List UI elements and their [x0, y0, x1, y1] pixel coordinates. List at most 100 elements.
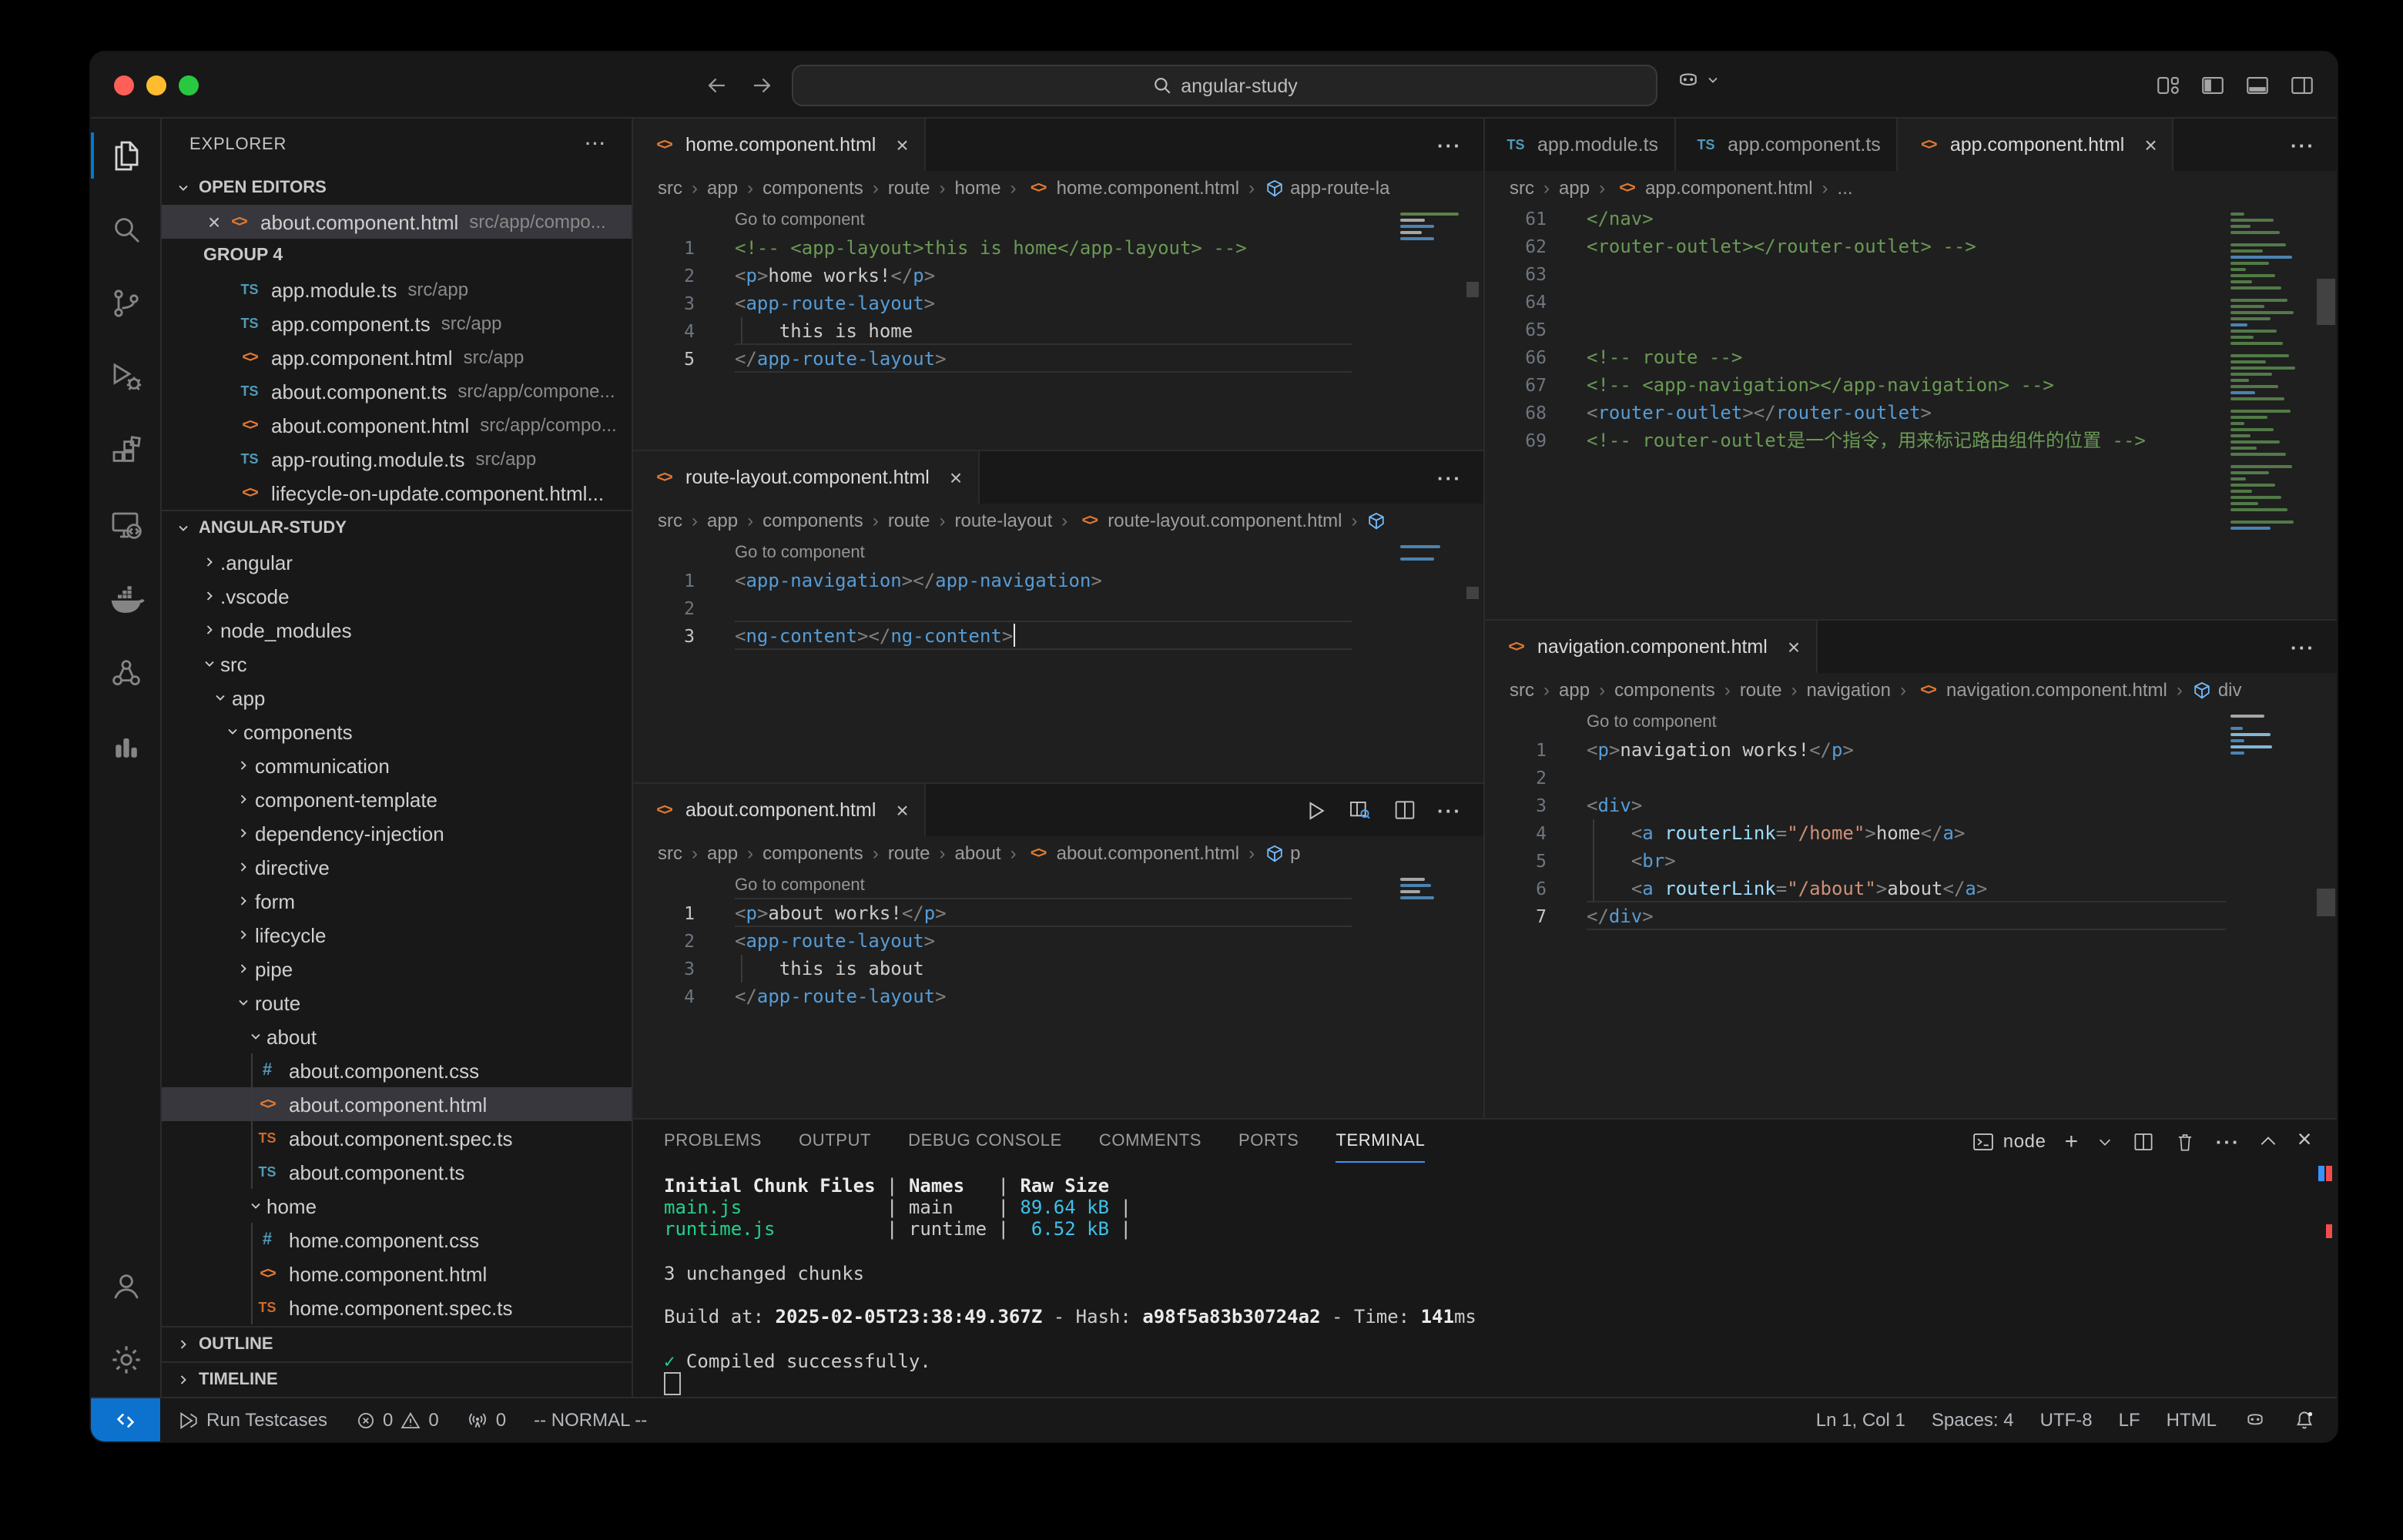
activity-docker-icon[interactable]: [91, 562, 160, 636]
tree-folder-lifecycle[interactable]: lifecycle: [162, 918, 632, 952]
open-editors-header[interactable]: OPEN EDITORS: [162, 171, 632, 205]
breadcrumb-item[interactable]: src: [658, 177, 682, 199]
activity-run-debug-icon[interactable]: [91, 340, 160, 414]
tree-folder-node_modules[interactable]: node_modules: [162, 613, 632, 647]
panel-tab-OUTPUT[interactable]: OUTPUT: [799, 1120, 871, 1163]
maximize-window-button[interactable]: [179, 75, 199, 95]
codelens-go-to-component[interactable]: Go to component: [735, 537, 1483, 567]
codelens-go-to-component[interactable]: Go to component: [735, 870, 1483, 899]
tree-folder-about[interactable]: about: [162, 1019, 632, 1053]
breadcrumb-item[interactable]: <> app.component.html: [1614, 177, 1812, 199]
project-root-header[interactable]: ANGULAR-STUDY: [162, 510, 632, 545]
tab-route-layout.component.html[interactable]: <> route-layout.component.html ×: [633, 451, 980, 504]
more-button[interactable]: ···: [1437, 133, 1462, 156]
codelens-go-to-component[interactable]: Go to component: [1587, 707, 2337, 736]
status-item[interactable]: HTML: [2167, 1409, 2217, 1431]
breadcrumb-item[interactable]: components: [762, 510, 863, 531]
tree-folder-component-template[interactable]: component-template: [162, 782, 632, 816]
open-editor-item[interactable]: TS app.module.ts src/app: [162, 273, 632, 306]
copilot-icon[interactable]: [1674, 66, 1702, 94]
breadcrumb-item[interactable]: src: [1510, 679, 1534, 701]
breadcrumb-item[interactable]: src: [658, 842, 682, 864]
scrollbar-slider[interactable]: [1466, 282, 1479, 297]
tree-file-home.component.html[interactable]: <> home.component.html: [162, 1257, 632, 1291]
toggle-panel-icon[interactable]: [2244, 72, 2271, 98]
tab-about.component.html[interactable]: <> about.component.html ×: [633, 784, 926, 836]
status-item[interactable]: UTF-8: [2040, 1409, 2093, 1431]
tree-file-about.component.spec.ts[interactable]: TS about.component.spec.ts: [162, 1121, 632, 1155]
status-item[interactable]: Ln 1, Col 1: [1816, 1409, 1905, 1431]
close-tab-icon[interactable]: ×: [896, 799, 908, 821]
scrollbar-slider[interactable]: [1466, 587, 1479, 599]
tree-folder-components[interactable]: components: [162, 715, 632, 748]
breadcrumb-item[interactable]: route: [888, 177, 930, 199]
breadcrumb-item[interactable]: app: [1559, 679, 1590, 701]
minimap[interactable]: [1400, 209, 1462, 240]
open-editor-item[interactable]: <> app.component.html src/app: [162, 340, 632, 374]
activity-remote-explorer-icon[interactable]: [91, 488, 160, 562]
more-icon[interactable]: ···: [2216, 1130, 2240, 1153]
activity-account-icon[interactable]: [91, 1249, 160, 1323]
breadcrumb-item[interactable]: route-layout: [955, 510, 1053, 531]
remote-indicator[interactable]: [91, 1398, 160, 1441]
tab-navigation.component.html[interactable]: <> navigation.component.html ×: [1485, 621, 1818, 673]
customize-layout-icon[interactable]: [2155, 72, 2181, 98]
breadcrumb-item[interactable]: components: [762, 177, 863, 199]
code-editor[interactable]: Go to component 1 <!-- <app-layout>this is…: [633, 205, 1483, 450]
breadcrumb-item[interactable]: home: [955, 177, 1001, 199]
close-tab-icon[interactable]: ×: [896, 134, 908, 156]
tree-folder-directive[interactable]: directive: [162, 850, 632, 884]
tab-app.component.ts[interactable]: TS app.component.ts: [1675, 119, 1898, 171]
tree-folder-route[interactable]: route: [162, 986, 632, 1019]
breadcrumb-item[interactable]: about: [955, 842, 1001, 864]
open-editor-item[interactable]: <> about.component.html src/app/compo...: [162, 408, 632, 442]
minimize-window-button[interactable]: [146, 75, 166, 95]
breadcrumb-item[interactable]: app: [1559, 177, 1590, 199]
close-tab-icon[interactable]: ×: [2144, 134, 2157, 156]
maximize-panel-icon[interactable]: [2259, 1131, 2279, 1151]
terminal-shell-picker[interactable]: node: [1972, 1130, 2046, 1153]
minimap[interactable]: [1400, 875, 1462, 899]
panel-tab-DEBUG CONSOLE[interactable]: DEBUG CONSOLE: [908, 1120, 1062, 1163]
breadcrumb-item[interactable]: <> route-layout.component.html: [1077, 510, 1342, 531]
close-tab-icon[interactable]: ×: [950, 467, 962, 488]
tree-file-about.component.css[interactable]: # about.component.css: [162, 1053, 632, 1087]
open-editor-item[interactable]: TS app-routing.module.ts src/app: [162, 442, 632, 476]
tree-file-about.component.ts[interactable]: TS about.component.ts: [162, 1155, 632, 1189]
breadcrumb-item[interactable]: route: [888, 842, 930, 864]
breadcrumb-item[interactable]: src: [658, 510, 682, 531]
code-editor[interactable]: Go to component 1 <app-navigation></app-na…: [633, 537, 1483, 782]
tree-file-about.component.html[interactable]: <> about.component.html: [162, 1087, 632, 1121]
breadcrumb-item[interactable]: [1366, 511, 1393, 531]
status-run-all[interactable]: Run Testcases: [179, 1409, 327, 1431]
breadcrumb-item[interactable]: div: [2192, 679, 2242, 701]
tab-app.module.ts[interactable]: TS app.module.ts: [1485, 119, 1676, 171]
go-back-icon[interactable]: [704, 72, 730, 98]
breadcrumb-item[interactable]: <> home.component.html: [1026, 177, 1239, 199]
more-button[interactable]: ···: [2291, 133, 2315, 156]
activity-organization-icon[interactable]: [91, 636, 160, 710]
tree-folder-.vscode[interactable]: .vscode: [162, 579, 632, 613]
terminal-output[interactable]: Initial Chunk Files | Names | Raw Size ma…: [633, 1163, 2337, 1397]
breadcrumb-item[interactable]: components: [762, 842, 863, 864]
status-broadcast[interactable]: 0: [467, 1409, 506, 1431]
breadcrumb-item[interactable]: app: [707, 510, 738, 531]
breadcrumb-item[interactable]: p: [1264, 842, 1300, 864]
toggle-primary-sidebar-icon[interactable]: [2200, 72, 2226, 98]
run-button[interactable]: [1305, 798, 1328, 822]
more-button[interactable]: ···: [2291, 635, 2315, 658]
breadcrumb-item[interactable]: <> about.component.html: [1026, 842, 1239, 864]
breadcrumb-item[interactable]: app: [707, 842, 738, 864]
minimap[interactable]: [1400, 542, 1462, 561]
tree-folder-app[interactable]: app: [162, 681, 632, 715]
status-item[interactable]: LF: [2119, 1409, 2140, 1431]
status-vim-mode[interactable]: -- NORMAL --: [534, 1409, 647, 1431]
breadcrumb-item[interactable]: route: [888, 510, 930, 531]
command-center-search[interactable]: angular-study: [792, 65, 1657, 106]
minimap[interactable]: [2230, 711, 2315, 755]
tree-folder-form[interactable]: form: [162, 884, 632, 918]
activity-chart-icon[interactable]: [91, 710, 160, 784]
tab-app.component.html[interactable]: <> app.component.html ×: [1897, 119, 2174, 171]
breadcrumb-item[interactable]: app-route-la: [1264, 177, 1390, 199]
preview-button[interactable]: [1348, 798, 1372, 822]
